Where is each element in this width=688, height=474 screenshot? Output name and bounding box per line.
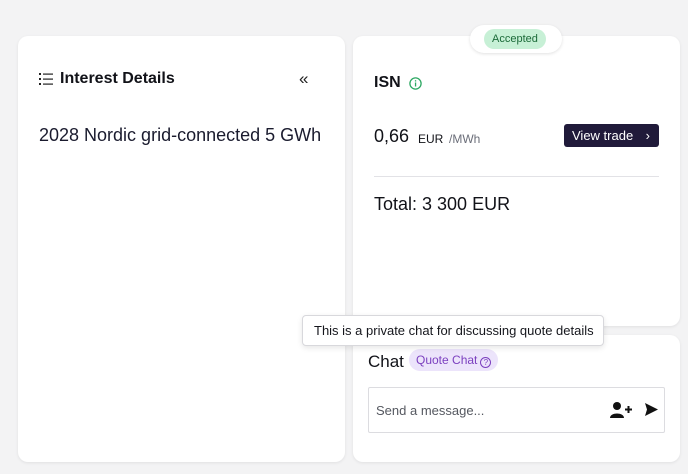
send-icon[interactable]	[644, 402, 659, 417]
quote-code: ISN	[374, 74, 401, 91]
status-badge-container: Accepted	[470, 25, 562, 53]
status-badge: Accepted	[484, 29, 546, 49]
chevron-right-icon: ›	[645, 128, 650, 143]
quote-chat-label: Quote Chat	[416, 353, 478, 367]
message-composer	[368, 387, 665, 433]
view-trade-button[interactable]: View trade ›	[564, 124, 659, 147]
info-icon[interactable]	[409, 77, 422, 90]
collapse-panel-button[interactable]: «	[299, 70, 308, 87]
message-input[interactable]	[376, 400, 596, 420]
double-chevron-left-icon: «	[299, 69, 309, 88]
question-circle-icon[interactable]: ?	[480, 357, 492, 368]
add-user-icon[interactable]	[610, 401, 632, 419]
price-currency: EUR	[418, 132, 444, 146]
chat-title: Chat	[368, 352, 404, 371]
quote-card: ISN 0,66 EUR /MWh View trade › Total: 3 …	[353, 36, 680, 326]
panel-title: Interest Details	[60, 70, 175, 87]
price-unit: /MWh	[449, 132, 481, 146]
price-value: 0,66	[374, 126, 410, 146]
interest-name: 2028 Nordic grid-connected 5 GWh	[39, 125, 322, 145]
interest-details-panel: Interest Details « 2028 Nordic grid-conn…	[18, 36, 345, 462]
view-trade-label: View trade	[572, 128, 634, 143]
chat-panel: Chat Quote Chat?	[353, 335, 680, 462]
quote-chat-chip[interactable]: Quote Chat?	[409, 349, 499, 371]
chat-tooltip: This is a private chat for discussing qu…	[302, 315, 604, 346]
total-amount: Total: 3 300 EUR	[374, 194, 511, 214]
divider	[374, 176, 659, 177]
list-icon	[39, 73, 53, 85]
